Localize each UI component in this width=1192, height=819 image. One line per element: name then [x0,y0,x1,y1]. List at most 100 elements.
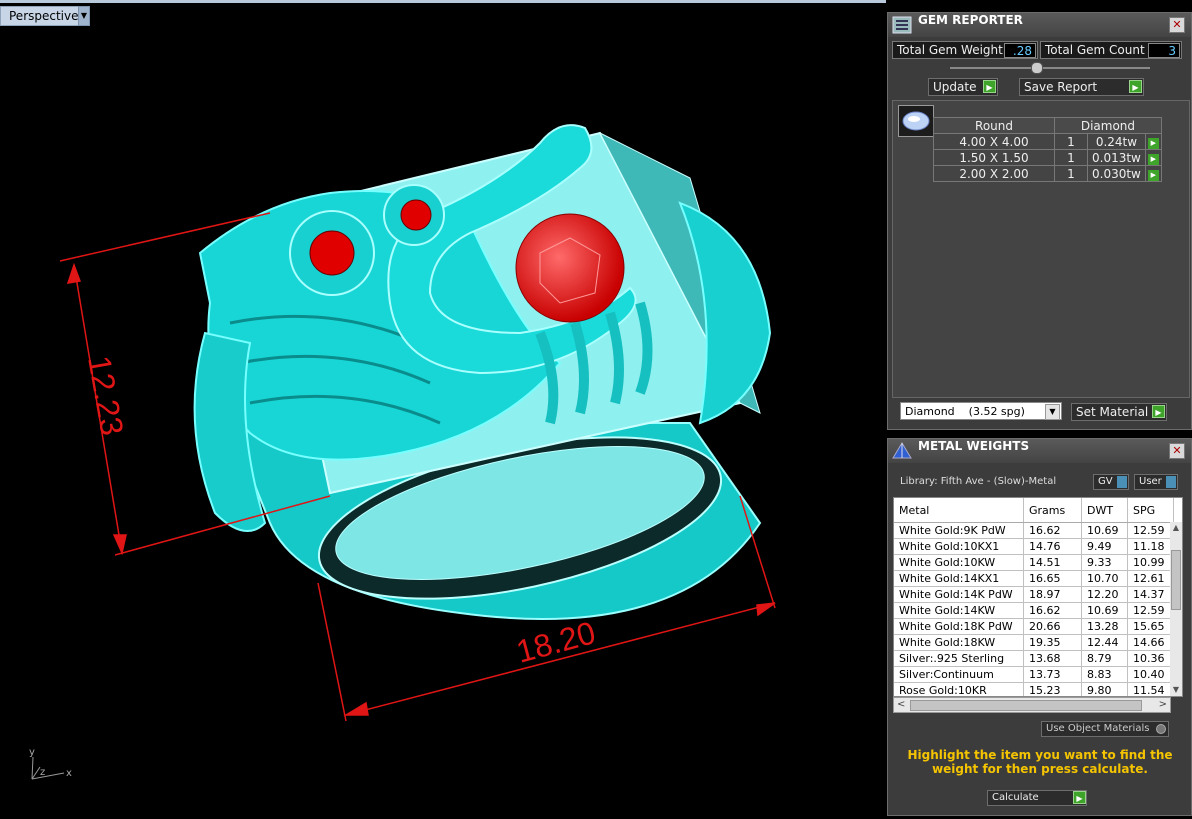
scroll-thumb[interactable] [1171,550,1181,610]
metal-header-metal[interactable]: Metal [894,498,1024,523]
metal-row[interactable]: Silver:Continuum 13.73 8.83 10.40 [894,666,1174,683]
slider-track[interactable] [950,67,1150,69]
metal-row[interactable]: White Gold:14KW 16.62 10.69 12.59 [894,602,1174,619]
gem-weight: 0.24tw [1087,133,1146,150]
metal-weights-close-icon[interactable]: ✕ [1169,443,1185,459]
perspective-viewport[interactable]: 12.23 18.20 x y z Perspective ▼ [0,0,886,816]
metal-spg: 14.66 [1127,634,1174,651]
gem-weight: 0.013tw [1087,149,1146,166]
metal-name: White Gold:14KX1 [894,570,1024,587]
metal-spg: 11.54 [1127,682,1174,696]
axis-indicator [31,756,65,780]
metal-spg: 10.36 [1127,650,1174,667]
metal-dwt: 9.80 [1081,682,1128,696]
main-gem [515,213,625,323]
material-select[interactable]: Diamond (3.52 spg) ▼ [900,402,1062,420]
calculate-go-icon[interactable]: ▶ [1073,791,1086,804]
calculate-button[interactable]: Calculate [987,790,1087,806]
metal-row[interactable]: White Gold:10KW 14.51 9.33 10.99 [894,554,1174,571]
metal-row[interactable]: White Gold:9K PdW 16.62 10.69 12.59 [894,522,1174,539]
calculate-label: Calculate [992,792,1039,803]
metal-dwt: 10.69 [1081,602,1128,619]
gem-row[interactable]: 2.00 X 2.00 1 0.030tw ▶ [933,165,1162,182]
metal-name: White Gold:18KW [894,634,1024,651]
metal-dwt: 12.44 [1081,634,1128,651]
axis-y-label: y [29,747,35,758]
metal-header-spg[interactable]: SPG [1127,498,1174,523]
viewport-label[interactable]: Perspective [0,6,86,26]
metal-spg: 10.40 [1127,666,1174,683]
round-gem-thumbnail-icon[interactable] [898,105,934,137]
metal-row[interactable]: Silver:.925 Sterling 13.68 8.79 10.36 [894,650,1174,667]
gem-reporter-close-icon[interactable]: ✕ [1169,17,1185,33]
metal-spg: 15.65 [1127,618,1174,635]
metal-row[interactable]: White Gold:18K PdW 20.66 13.28 15.65 [894,618,1174,635]
metal-dwt: 13.28 [1081,618,1128,635]
axis-x-label: x [66,768,72,779]
gv-toggle[interactable]: GV [1093,474,1129,490]
metal-row[interactable]: White Gold:18KW 19.35 12.44 14.66 [894,634,1174,651]
metal-name: White Gold:14KW [894,602,1024,619]
dimension-height-label: 12.23 [81,353,130,438]
metal-row[interactable]: White Gold:14K PdW 18.97 12.20 14.37 [894,586,1174,603]
metal-header-grams[interactable]: Grams [1023,498,1082,523]
metal-spg: 14.37 [1127,586,1174,603]
gem-qty: 1 [1054,149,1088,166]
instruction-text: Highlight the item you want to find the … [907,748,1173,776]
metal-header-dwt[interactable]: DWT [1081,498,1128,523]
gem-reporter-titlebar[interactable]: GEM REPORTER ✕ [888,13,1191,37]
set-material-go-icon[interactable]: ▶ [1152,405,1165,418]
metal-name: White Gold:14K PdW [894,586,1024,603]
slider-thumb[interactable] [1031,62,1043,74]
eye-gem-right [400,199,432,231]
scroll-left-icon[interactable]: < [897,698,905,712]
metal-grams: 16.62 [1023,602,1082,619]
metal-row[interactable]: White Gold:14KX1 16.65 10.70 12.61 [894,570,1174,587]
metal-grams: 13.73 [1023,666,1082,683]
metal-table-vscroll[interactable]: ▲ ▼ [1170,522,1182,696]
scroll-up-icon[interactable]: ▲ [1170,522,1182,534]
metal-dwt: 9.49 [1081,538,1128,555]
metal-name: White Gold:10KW [894,554,1024,571]
gem-row[interactable]: 4.00 X 4.00 1 0.24tw ▶ [933,133,1162,150]
gem-row-go-icon[interactable]: ▶ [1144,133,1162,150]
metal-dwt: 10.70 [1081,570,1128,587]
metal-name: White Gold:18K PdW [894,618,1024,635]
library-label: Library: Fifth Ave - (Slow)-Metal [900,476,1057,487]
use-object-materials-toggle[interactable]: Use Object Materials [1041,721,1169,737]
update-go-icon[interactable]: ▶ [983,80,996,93]
update-label: Update [933,80,977,94]
metal-name: Silver:.925 Sterling [894,650,1024,667]
metal-weights-titlebar[interactable]: METAL WEIGHTS ✕ [888,439,1191,463]
user-toggle[interactable]: User [1134,474,1178,490]
save-report-go-icon[interactable]: ▶ [1129,80,1142,93]
metal-row[interactable]: Rose Gold:10KR 15.23 9.80 11.54 [894,682,1174,696]
gem-qty: 1 [1054,133,1088,150]
gem-size: 2.00 X 2.00 [933,165,1055,182]
save-report-button[interactable]: Save Report [1019,78,1144,96]
metal-spg: 11.18 [1127,538,1174,555]
gem-row-go-icon[interactable]: ▶ [1144,165,1162,182]
metal-row[interactable]: White Gold:10KX1 14.76 9.49 11.18 [894,538,1174,555]
metal-name: White Gold:9K PdW [894,522,1024,539]
scroll-right-icon[interactable]: > [1159,698,1167,712]
metal-grams: 16.62 [1023,522,1082,539]
use-object-materials-label: Use Object Materials [1046,723,1150,734]
ring-model-render[interactable]: 12.23 18.20 x y z [0,3,886,819]
viewport-menu-arrow[interactable]: ▼ [78,6,90,26]
metal-dwt: 8.83 [1081,666,1128,683]
gem-row-go-icon[interactable]: ▶ [1144,149,1162,166]
scroll-down-icon[interactable]: ▼ [1170,684,1182,696]
gem-qty: 1 [1054,165,1088,182]
gem-header-type: Diamond [1054,117,1162,134]
metal-table[interactable]: Metal Grams DWT SPG White Gold:9K PdW 16.… [893,497,1183,697]
gem-header-shape: Round [933,117,1055,134]
gem-row[interactable]: 1.50 X 1.50 1 0.013tw ▶ [933,149,1162,166]
hscroll-thumb[interactable] [910,700,1142,711]
metal-dwt: 8.79 [1081,650,1128,667]
metal-table-hscroll[interactable]: < > [893,697,1171,713]
gem-table: Round Diamond 4.00 X 4.00 1 0.24tw ▶ 1.5… [933,117,1162,182]
metal-grams: 19.35 [1023,634,1082,651]
metal-rows: White Gold:9K PdW 16.62 10.69 12.59 White Go… [894,522,1174,696]
chevron-down-icon[interactable]: ▼ [1045,404,1060,420]
